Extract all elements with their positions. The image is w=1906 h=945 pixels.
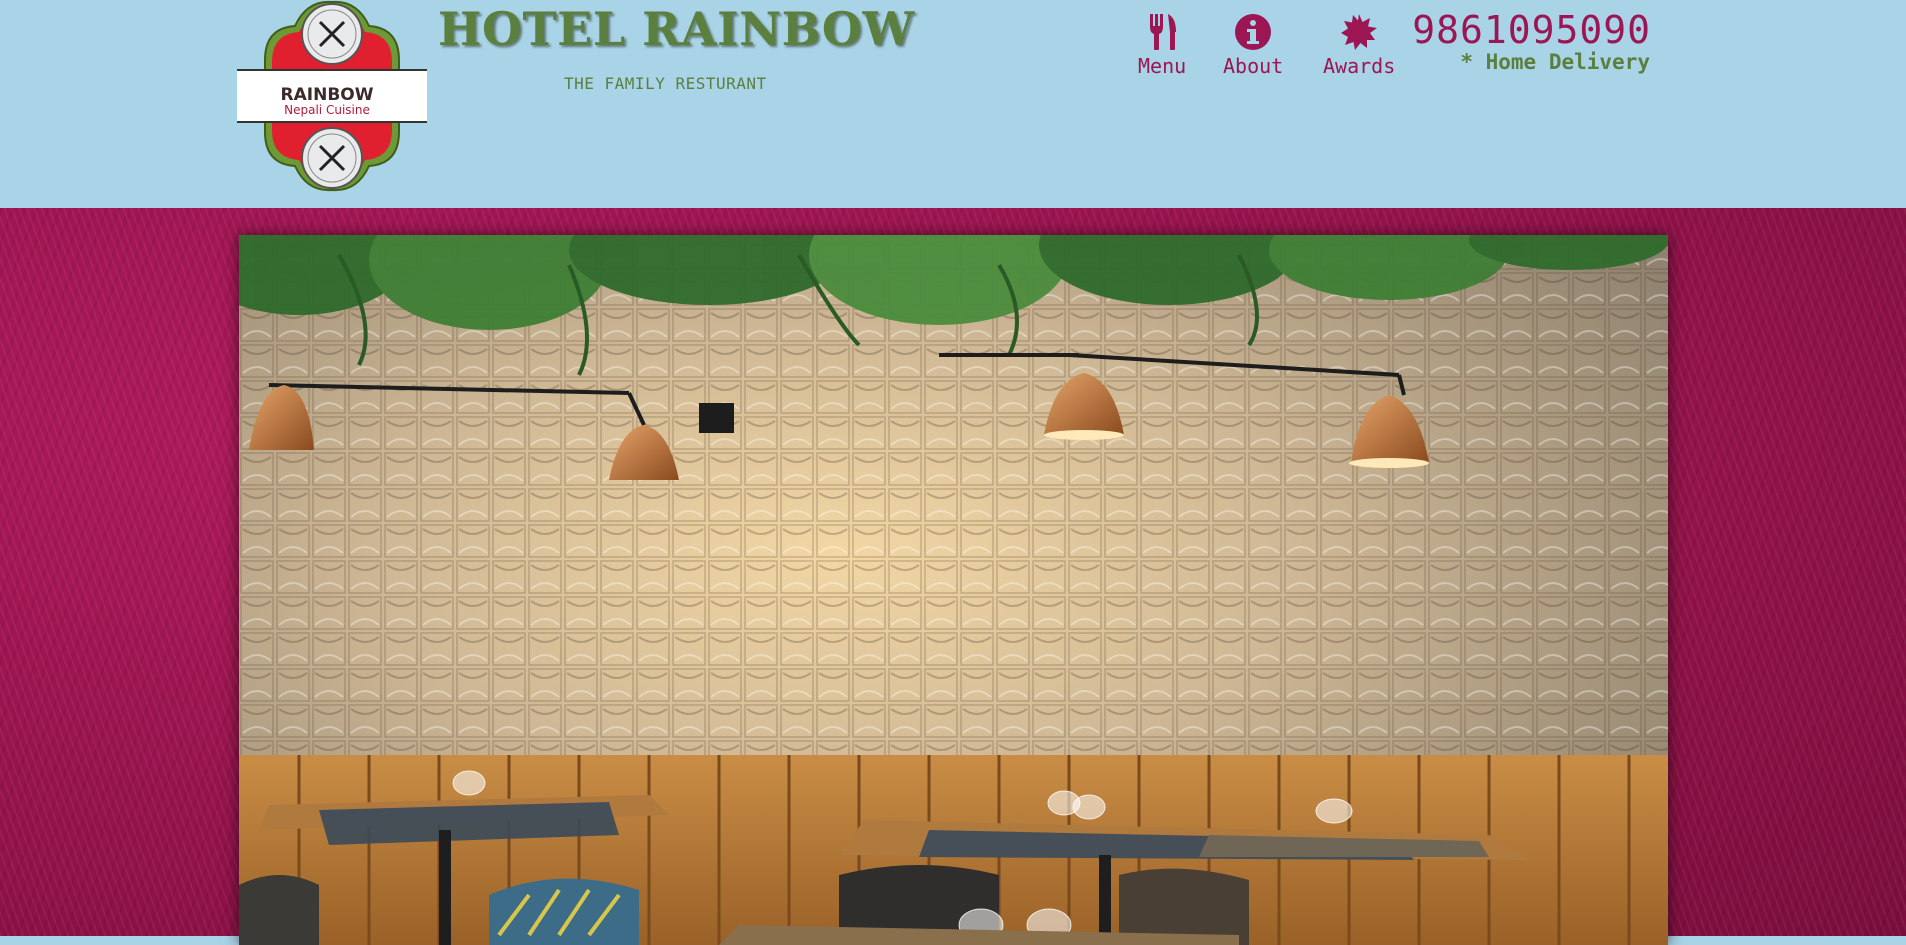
phone-number[interactable]: 9861095090 bbox=[1412, 8, 1651, 52]
logo-tagline: Nepali Cuisine bbox=[284, 103, 370, 117]
nav-about[interactable]: About bbox=[1223, 12, 1283, 78]
logo-name: RAINBOW bbox=[281, 85, 374, 105]
site-header: RAINBOW Nepali Cuisine HOTEL RAINBOW THE… bbox=[0, 0, 1906, 208]
nav-awards[interactable]: Awards bbox=[1323, 12, 1395, 78]
info-icon bbox=[1235, 14, 1272, 50]
nav-menu[interactable]: Menu bbox=[1138, 12, 1186, 78]
fork-knife-icon bbox=[1150, 14, 1177, 50]
nav-about-label: About bbox=[1223, 54, 1284, 78]
award-badge-icon bbox=[1341, 14, 1378, 50]
logo[interactable]: RAINBOW Nepali Cuisine bbox=[235, 0, 429, 192]
home-delivery-note: * Home Delivery bbox=[1460, 50, 1650, 74]
site-subtitle: THE FAMILY RESTURANT bbox=[564, 74, 767, 93]
hero-image bbox=[239, 235, 1668, 945]
nav-menu-label: Menu bbox=[1138, 54, 1187, 78]
main-content bbox=[0, 208, 1906, 945]
restaurant-interior-photo bbox=[239, 235, 1668, 945]
nav-awards-label: Awards bbox=[1323, 54, 1396, 78]
site-title: HOTEL RAINBOW bbox=[438, 2, 915, 56]
